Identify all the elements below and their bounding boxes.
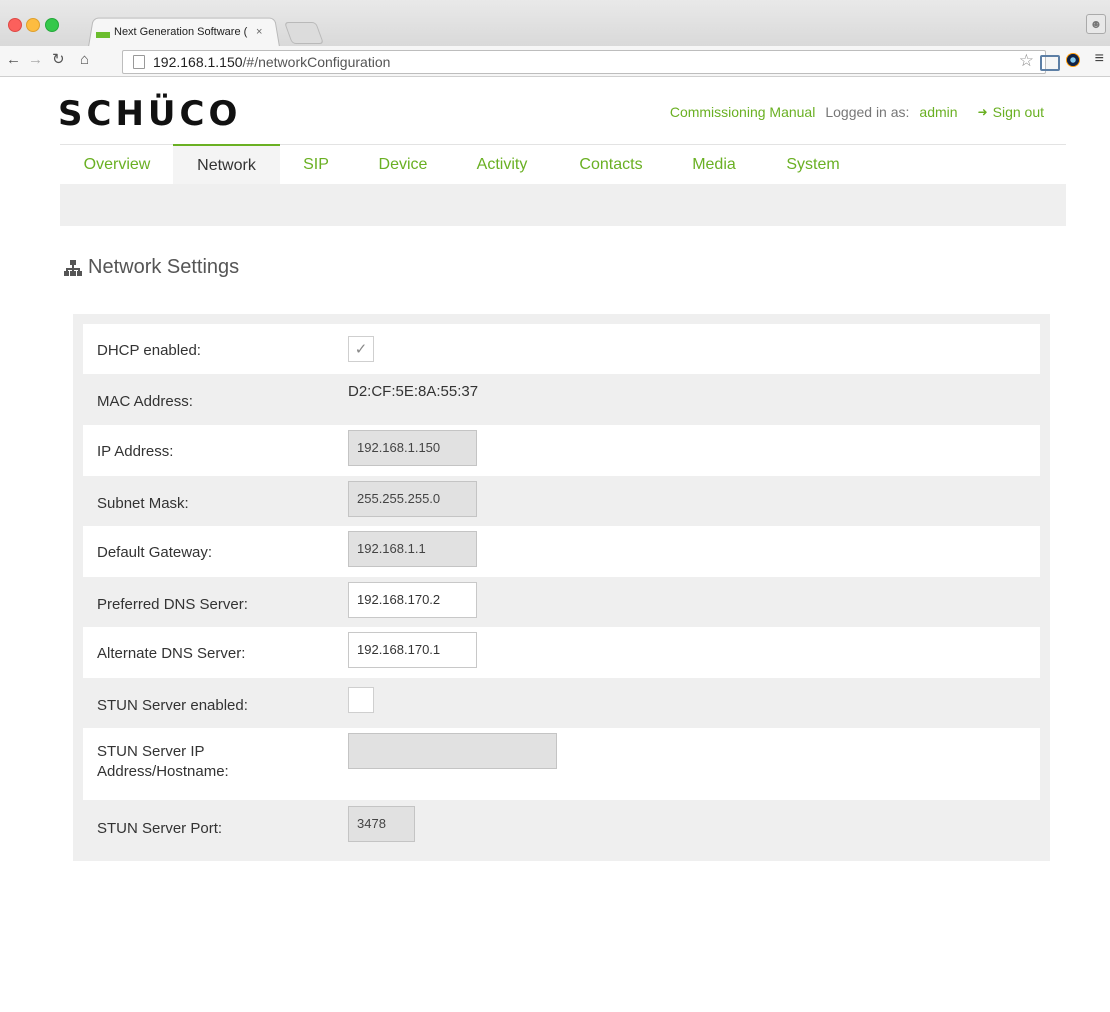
network-icon (64, 259, 82, 277)
setting-row-dns1: Preferred DNS Server: 192.168.170.2 (83, 577, 1040, 627)
tab-media[interactable]: Media (690, 145, 738, 185)
setting-row-subnet: Subnet Mask: 255.255.255.0 (83, 476, 1040, 526)
sign-out-label: Sign out (992, 104, 1044, 120)
tab-device[interactable]: Device (376, 145, 430, 185)
commissioning-manual-link[interactable]: Commissioning Manual (670, 104, 816, 120)
mac-label: MAC Address: (97, 393, 193, 410)
stun-host-label: STUN Server IP Address/Hostname: (97, 742, 229, 782)
page-icon (133, 55, 145, 69)
checkmark-icon: ✓ (354, 341, 368, 358)
dns2-label: Alternate DNS Server: (97, 645, 246, 662)
profile-button[interactable]: ☻ (1086, 14, 1106, 34)
forward-arrow-icon[interactable]: → (28, 52, 43, 68)
tab-system[interactable]: System (784, 145, 842, 185)
tab-sip[interactable]: SIP (300, 145, 332, 185)
alternate-dns-field[interactable]: 192.168.170.1 (348, 632, 477, 668)
person-icon: ☻ (1089, 17, 1103, 31)
setting-row-gateway: Default Gateway: 192.168.1.1 (83, 526, 1040, 577)
setting-row-stun-host: STUN Server IP Address/Hostname: (83, 728, 1040, 800)
home-icon[interactable]: ⌂ (80, 52, 89, 68)
preferred-dns-field[interactable]: 192.168.170.2 (348, 582, 477, 618)
tab-activity[interactable]: Activity (472, 145, 532, 185)
url-text[interactable]: 192.168.1.150/#/networkConfiguration (153, 54, 390, 70)
default-gateway-field[interactable]: 192.168.1.1 (348, 531, 477, 567)
favicon-icon (96, 32, 110, 38)
reload-icon[interactable]: ↻ (52, 52, 65, 68)
subnet-label: Subnet Mask: (97, 495, 189, 512)
schuco-logo: SCHÜCO (58, 94, 242, 134)
mac-value: D2:CF:5E:8A:55:37 (348, 383, 479, 400)
close-window-button[interactable] (8, 18, 22, 32)
sign-out-icon: ➜ (977, 105, 988, 119)
section-title: Network Settings (64, 256, 239, 279)
address-bar[interactable]: 192.168.1.150/#/networkConfiguration (122, 50, 1046, 74)
stun-host-label-line2: Address/Hostname: (97, 763, 229, 780)
tab-title: Next Generation Software ( (114, 26, 248, 38)
main-navigation: Overview Network SIP Device Activity Con… (60, 144, 1066, 186)
back-arrow-icon[interactable]: ← (6, 52, 21, 68)
username: admin (919, 104, 958, 120)
stun-port-field[interactable]: 3478 (348, 806, 415, 842)
setting-row-stun-port: STUN Server Port: 3478 (83, 800, 1040, 851)
setting-row-dhcp: DHCP enabled: ✓ (83, 324, 1040, 374)
stun-port-label: STUN Server Port: (97, 820, 223, 837)
tab-network[interactable]: Network (173, 144, 280, 186)
header-links: Commissioning Manual Logged in as: admin… (670, 104, 1044, 120)
section-title-text: Network Settings (88, 256, 240, 278)
stun-host-field[interactable] (348, 733, 557, 769)
logged-in-label: Logged in as: (825, 104, 910, 120)
ip-address-field[interactable]: 192.168.1.150 (348, 430, 477, 466)
bookmark-star-icon[interactable]: ☆ (1019, 51, 1034, 71)
setting-row-ip: IP Address: 192.168.1.150 (83, 425, 1040, 476)
setting-row-mac: MAC Address: D2:CF:5E:8A:55:37 (83, 374, 1040, 425)
browser-tab-content[interactable]: Next Generation Software ( × (96, 22, 276, 42)
tab-contacts[interactable]: Contacts (576, 145, 646, 185)
cast-icon[interactable] (1040, 55, 1060, 71)
tab-overview[interactable]: Overview (82, 145, 152, 185)
extension-icon[interactable] (1066, 53, 1080, 67)
dhcp-label: DHCP enabled: (97, 342, 201, 359)
sub-navigation-bar (60, 184, 1066, 226)
url-host: 192.168.1.150 (153, 54, 243, 70)
stun-host-label-line1: STUN Server IP (97, 743, 205, 760)
browser-tab-bar: Next Generation Software ( × ☻ (0, 0, 1110, 47)
zoom-window-button[interactable] (45, 18, 59, 32)
stun-enabled-label: STUN Server enabled: (97, 697, 248, 714)
setting-row-dns2: Alternate DNS Server: 192.168.170.1 (83, 627, 1040, 678)
dns1-label: Preferred DNS Server: (97, 596, 248, 613)
new-tab-button[interactable] (283, 22, 325, 44)
sign-out-link[interactable]: ➜ Sign out (978, 104, 1044, 120)
gateway-label: Default Gateway: (97, 544, 213, 561)
minimize-window-button[interactable] (26, 18, 40, 32)
url-path: /#/networkConfiguration (242, 54, 391, 70)
stun-enabled-checkbox[interactable] (348, 687, 374, 713)
subnet-mask-field[interactable]: 255.255.255.0 (348, 481, 477, 517)
network-settings-panel: DHCP enabled: ✓ MAC Address: D2:CF:5E:8A… (73, 314, 1050, 861)
ip-label: IP Address: (97, 443, 174, 460)
dhcp-checkbox[interactable]: ✓ (348, 336, 374, 362)
setting-row-stun-enabled: STUN Server enabled: (83, 678, 1040, 728)
menu-icon[interactable]: ≡ (1095, 50, 1104, 68)
tab-close-icon[interactable]: × (256, 26, 262, 38)
